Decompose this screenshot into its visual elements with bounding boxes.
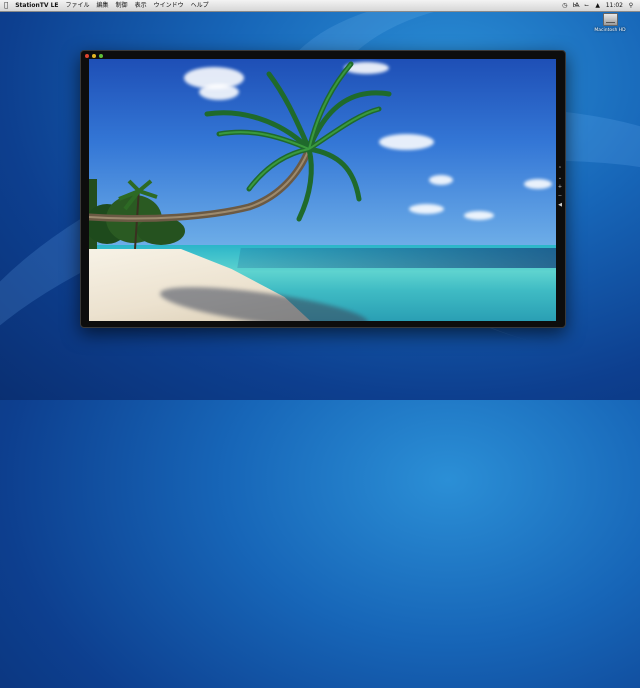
- volume-down-icon[interactable]: −: [557, 194, 563, 199]
- search-icon[interactable]: ⚲: [628, 2, 634, 9]
- menu-edit[interactable]: 編集: [97, 0, 109, 11]
- minimize-button[interactable]: [92, 54, 96, 58]
- menu-file[interactable]: ファイル: [66, 0, 90, 11]
- zoom-button[interactable]: [99, 54, 103, 58]
- bluetooth-icon[interactable]: Ѩ: [573, 2, 580, 9]
- channel-up-icon[interactable]: ⌃: [557, 167, 563, 172]
- close-button[interactable]: [85, 54, 89, 58]
- drive-label: Macintosh HD: [594, 28, 626, 33]
- video-sea-deep: [237, 248, 556, 268]
- window-controls: [85, 54, 103, 58]
- menu-window[interactable]: ウインドウ: [154, 0, 184, 11]
- channel-down-icon[interactable]: ⌄: [557, 176, 563, 181]
- menu-help[interactable]: ヘルプ: [191, 0, 209, 11]
- video-palm-tree: [89, 61, 392, 223]
- menu-view[interactable]: 表示: [135, 0, 147, 11]
- menu-clock[interactable]: 11:02: [606, 0, 623, 11]
- volume-icon[interactable]: ▲: [595, 2, 601, 9]
- mute-icon[interactable]: ◀: [557, 203, 563, 208]
- player-window[interactable]: ⌃ ⌄ + − ◀: [80, 50, 566, 328]
- apple-menu-icon[interactable]: : [4, 0, 8, 11]
- wifi-icon[interactable]: ⌙: [584, 2, 590, 9]
- menu-bar:  StationTV LE ファイル 編集 制御 表示 ウインドウ ヘルプ ◷…: [0, 0, 640, 12]
- app-menu[interactable]: StationTV LE: [15, 0, 58, 11]
- menu-control[interactable]: 制御: [116, 0, 128, 11]
- hard-drive-icon: [602, 13, 618, 26]
- side-controls: ⌃ ⌄ + − ◀: [557, 167, 563, 208]
- desktop-drive-icon[interactable]: Macintosh HD: [592, 13, 628, 33]
- clock-icon[interactable]: ◷: [562, 2, 568, 9]
- video-frame[interactable]: [89, 59, 556, 321]
- volume-up-icon[interactable]: +: [557, 185, 563, 190]
